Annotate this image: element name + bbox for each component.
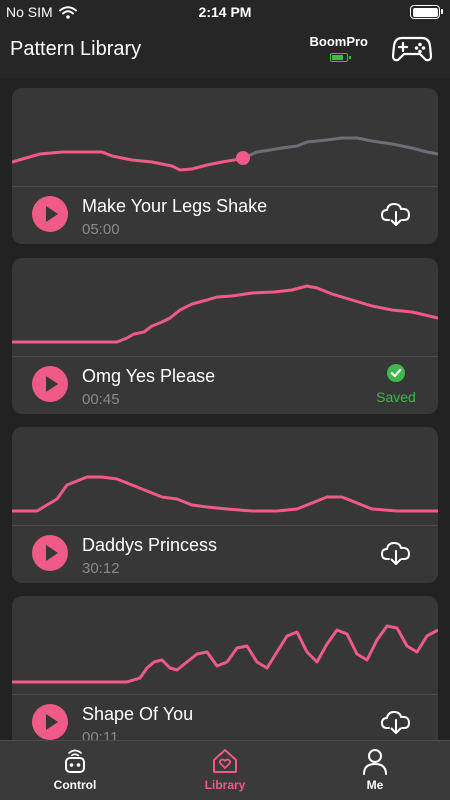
pattern-title: Daddys Princess [82, 535, 218, 555]
pattern-card[interactable]: Daddys Princess 30:12 [12, 427, 438, 583]
pattern-duration: 30:12 [82, 560, 120, 577]
play-button[interactable] [32, 196, 68, 232]
play-button[interactable] [32, 366, 68, 402]
playhead-dot [236, 151, 250, 165]
play-icon [45, 206, 58, 222]
tab-library[interactable]: Library [175, 747, 275, 792]
pattern-title: Make Your Legs Shake [82, 196, 268, 216]
tab-control[interactable]: Control [25, 747, 125, 792]
home-heart-icon [213, 749, 237, 773]
pattern-waveform [12, 136, 438, 172]
pattern-duration: 05:00 [82, 221, 120, 238]
tab-bar: Control Library Me [0, 740, 450, 800]
play-button[interactable] [32, 704, 68, 740]
page-title: Pattern Library [10, 38, 142, 60]
robot-icon [65, 749, 85, 773]
saved-status: Saved [366, 364, 426, 405]
pattern-title: Omg Yes Please [82, 366, 216, 386]
device-battery-icon [329, 53, 351, 62]
pattern-waveform [12, 284, 438, 344]
pattern-waveform [12, 475, 438, 513]
pattern-duration: 00:45 [82, 391, 120, 408]
play-icon [45, 376, 58, 392]
pattern-card[interactable]: Omg Yes Please 00:45 Saved [12, 258, 438, 414]
play-icon [45, 545, 58, 561]
pattern-title: Shape Of You [82, 704, 194, 724]
device-status[interactable]: BoomPro [309, 34, 369, 67]
tab-me[interactable]: Me [325, 747, 425, 792]
tab-label: Library [204, 778, 246, 792]
tab-label: Control [53, 778, 97, 792]
device-name: BoomPro [309, 34, 369, 49]
pattern-list[interactable]: Make Your Legs Shake 05:00 Omg Yes Pleas… [0, 78, 450, 740]
cloud-download-icon[interactable] [380, 706, 412, 738]
status-bar: No SIM 2:14 PM [0, 0, 450, 24]
pattern-duration: 00:11 [82, 729, 119, 740]
person-icon [363, 749, 387, 775]
card-divider [12, 356, 438, 357]
play-icon [45, 714, 58, 730]
battery-icon [410, 5, 443, 19]
pattern-card[interactable]: Make Your Legs Shake 05:00 [12, 88, 438, 244]
pattern-waveform [12, 624, 438, 684]
gamepad-icon[interactable] [392, 32, 432, 64]
card-divider [12, 525, 438, 526]
status-time: 2:14 PM [198, 4, 252, 20]
card-divider [12, 694, 438, 695]
cloud-download-icon[interactable] [380, 537, 412, 569]
saved-label: Saved [376, 389, 416, 405]
cloud-download-icon[interactable] [380, 198, 412, 230]
check-circle-icon [387, 364, 405, 382]
card-divider [12, 186, 438, 187]
pattern-card[interactable]: Shape Of You 00:11 [12, 596, 438, 740]
tab-label: Me [366, 778, 384, 792]
app-header: Pattern Library BoomPro [0, 24, 450, 78]
play-button[interactable] [32, 535, 68, 571]
